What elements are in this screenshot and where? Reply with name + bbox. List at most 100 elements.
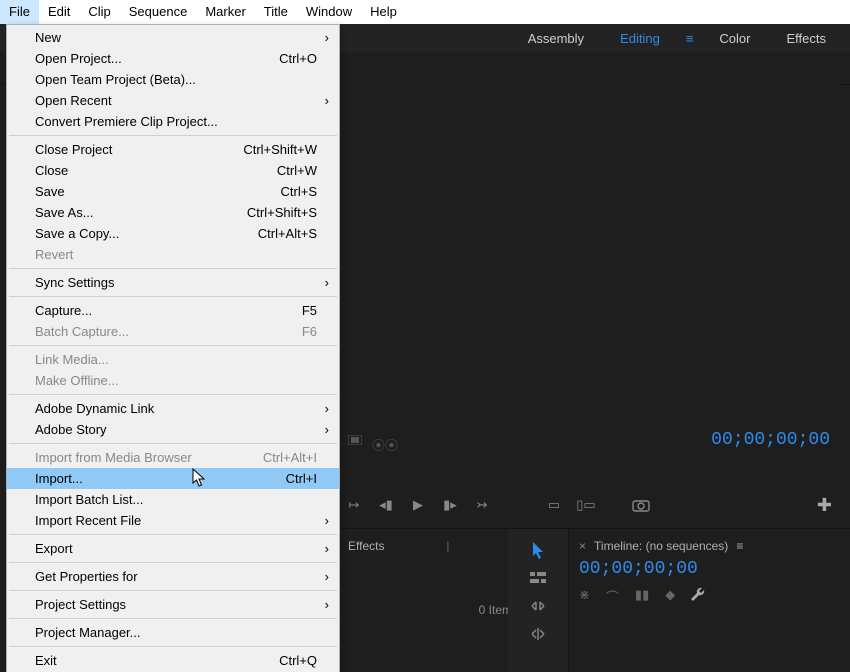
workspace-tab-effects[interactable]: Effects [768,31,844,46]
go-to-out-icon[interactable]: ↣ [466,497,498,513]
menu-item-shortcut: Ctrl+S [281,183,317,200]
menu-item-exit[interactable]: ExitCtrl+Q [7,650,339,671]
submenu-arrow-icon: › [325,596,329,613]
menu-item-save-as[interactable]: Save As...Ctrl+Shift+S [7,202,339,223]
menu-item-import-from-media-browser: Import from Media Browser Ctrl+Alt+I [7,447,339,468]
menu-item-close-project[interactable]: Close ProjectCtrl+Shift+W [7,139,339,160]
menu-item-close[interactable]: CloseCtrl+W [7,160,339,181]
menu-item-import[interactable]: Import...Ctrl+I [7,468,339,489]
marker-icon[interactable]: ◆ [665,587,675,606]
tab-effects[interactable]: Effects [348,539,384,553]
menu-marker[interactable]: Marker [196,0,254,24]
play-icon[interactable]: ▶ [402,497,434,513]
linked-selection-icon[interactable]: ⌒ [606,587,619,606]
ripple-edit-tool-icon[interactable] [529,597,547,615]
timeline-title: Timeline: (no sequences) [594,539,728,553]
divider-icon: | [446,539,449,553]
menu-item-import-batch-list[interactable]: Import Batch List... [7,489,339,510]
workspace-tab-color[interactable]: Color [701,31,768,46]
menu-item-revert: Revert [7,244,339,265]
settings-dots-icon[interactable]: ⦿⦿ [372,435,386,445]
step-back-icon[interactable]: ◂▮ [370,497,402,513]
menu-item-adobe-dynamic-link[interactable]: Adobe Dynamic Link› [7,398,339,419]
workspace-tab-assembly[interactable]: Assembly [510,31,602,46]
menu-item-open-team-project-beta[interactable]: Open Team Project (Beta)... [7,69,339,90]
workspace-menu-icon[interactable]: ≡ [678,31,702,46]
menu-item-shortcut: Ctrl+Q [279,652,317,669]
close-x-icon[interactable]: × [579,539,586,553]
menu-item-shortcut: Ctrl+Shift+W [243,141,317,158]
menu-item-adobe-story[interactable]: Adobe Story› [7,419,339,440]
settings-wrench-icon[interactable] [691,587,705,606]
menu-item-label: Import Batch List... [35,491,143,508]
menu-item-save-a-copy[interactable]: Save a Copy...Ctrl+Alt+S [7,223,339,244]
export-frame-icon[interactable] [632,498,664,512]
menu-item-project-manager[interactable]: Project Manager... [7,622,339,643]
workspace-tab-editing[interactable]: Editing [602,31,678,46]
submenu-arrow-icon: › [325,568,329,585]
menu-item-export[interactable]: Export › [7,538,339,559]
selection-tool-icon[interactable] [529,541,547,559]
menu-item-link-media: Link Media... [7,349,339,370]
menu-item-label: New [35,29,61,46]
program-monitor: ⦿⦿ 00;00;00;00 [338,84,840,454]
rate-stretch-tool-icon[interactable] [529,625,547,643]
menubar[interactable]: FileEditClipSequenceMarkerTitleWindowHel… [0,0,850,24]
menu-item-save[interactable]: Save Ctrl+S [7,181,339,202]
menu-clip[interactable]: Clip [79,0,119,24]
timeline-timecode[interactable]: 00;00;00;00 [579,559,840,579]
add-marker-icon[interactable]: ▮▮ [635,587,649,606]
menu-title[interactable]: Title [255,0,297,24]
step-forward-icon[interactable]: ▮▸ [434,497,466,513]
menu-item-open-recent[interactable]: Open Recent› [7,90,339,111]
snap-icon[interactable]: ⋇ [579,587,590,606]
transport-bar: ↦ ◂▮ ▶ ▮▸ ↣ ▭ ▯▭ ✚ [338,484,840,526]
menu-item-label: Batch Capture... [35,323,129,340]
timeline-panel: × Timeline: (no sequences) ≡ 00;00;00;00… [568,528,850,672]
menu-item-label: Sync Settings [35,274,115,291]
menu-item-label: Save [35,183,65,200]
submenu-arrow-icon: › [325,29,329,46]
item-count-label: 0 Items [348,603,518,617]
menu-item-shortcut: Ctrl+W [277,162,317,179]
menu-item-shortcut: Ctrl+Alt+S [258,225,317,242]
menu-sequence[interactable]: Sequence [120,0,197,24]
menu-item-open-project[interactable]: Open Project...Ctrl+O [7,48,339,69]
menu-window[interactable]: Window [297,0,361,24]
menu-file[interactable]: File [0,0,39,24]
file-menu-dropdown[interactable]: New › Open Project...Ctrl+O Open Team Proje… [6,24,340,672]
menu-help[interactable]: Help [361,0,406,24]
menu-item-label: Import from Media Browser [35,449,192,466]
extract-icon[interactable]: ▯▭ [570,497,602,513]
menu-item-label: Export [35,540,73,557]
menu-item-label: Capture... [35,302,92,319]
menu-item-sync-settings[interactable]: Sync Settings› [7,272,339,293]
menu-item-batch-capture: Batch Capture...F6 [7,321,339,342]
submenu-arrow-icon: › [325,512,329,529]
menu-item-convert-premiere-clip-project[interactable]: Convert Premiere Clip Project... [7,111,339,132]
button-editor-plus-icon[interactable]: ✚ [817,495,840,516]
program-timecode[interactable]: 00;00;00;00 [711,430,830,450]
menu-item-project-settings[interactable]: Project Settings › [7,594,339,615]
menu-item-get-properties-for[interactable]: Get Properties for › [7,566,339,587]
menu-item-label: Get Properties for [35,568,138,585]
menu-item-label: Open Team Project (Beta)... [35,71,196,88]
menu-item-shortcut: Ctrl+O [279,50,317,67]
menu-item-capture[interactable]: Capture...F5 [7,300,339,321]
menu-item-import-recent-file[interactable]: Import Recent File› [7,510,339,531]
panel-menu-icon[interactable]: ≡ [736,539,743,553]
menu-item-shortcut: Ctrl+Shift+S [247,204,317,221]
menu-edit[interactable]: Edit [39,0,79,24]
lift-icon[interactable]: ▭ [538,497,570,513]
menu-item-label: Import... [35,470,83,487]
menu-item-shortcut: Ctrl+Alt+I [263,449,317,466]
menu-item-label: Project Settings [35,596,126,613]
fit-icon[interactable] [348,435,362,445]
menu-item-new[interactable]: New › [7,27,339,48]
submenu-arrow-icon: › [325,540,329,557]
menu-item-label: Make Offline... [35,372,119,389]
track-select-tool-icon[interactable] [529,569,547,587]
monitor-bottom-bar: ⦿⦿ 00;00;00;00 [338,426,840,454]
menu-item-label: Link Media... [35,351,109,368]
go-to-in-icon[interactable]: ↦ [338,497,370,513]
